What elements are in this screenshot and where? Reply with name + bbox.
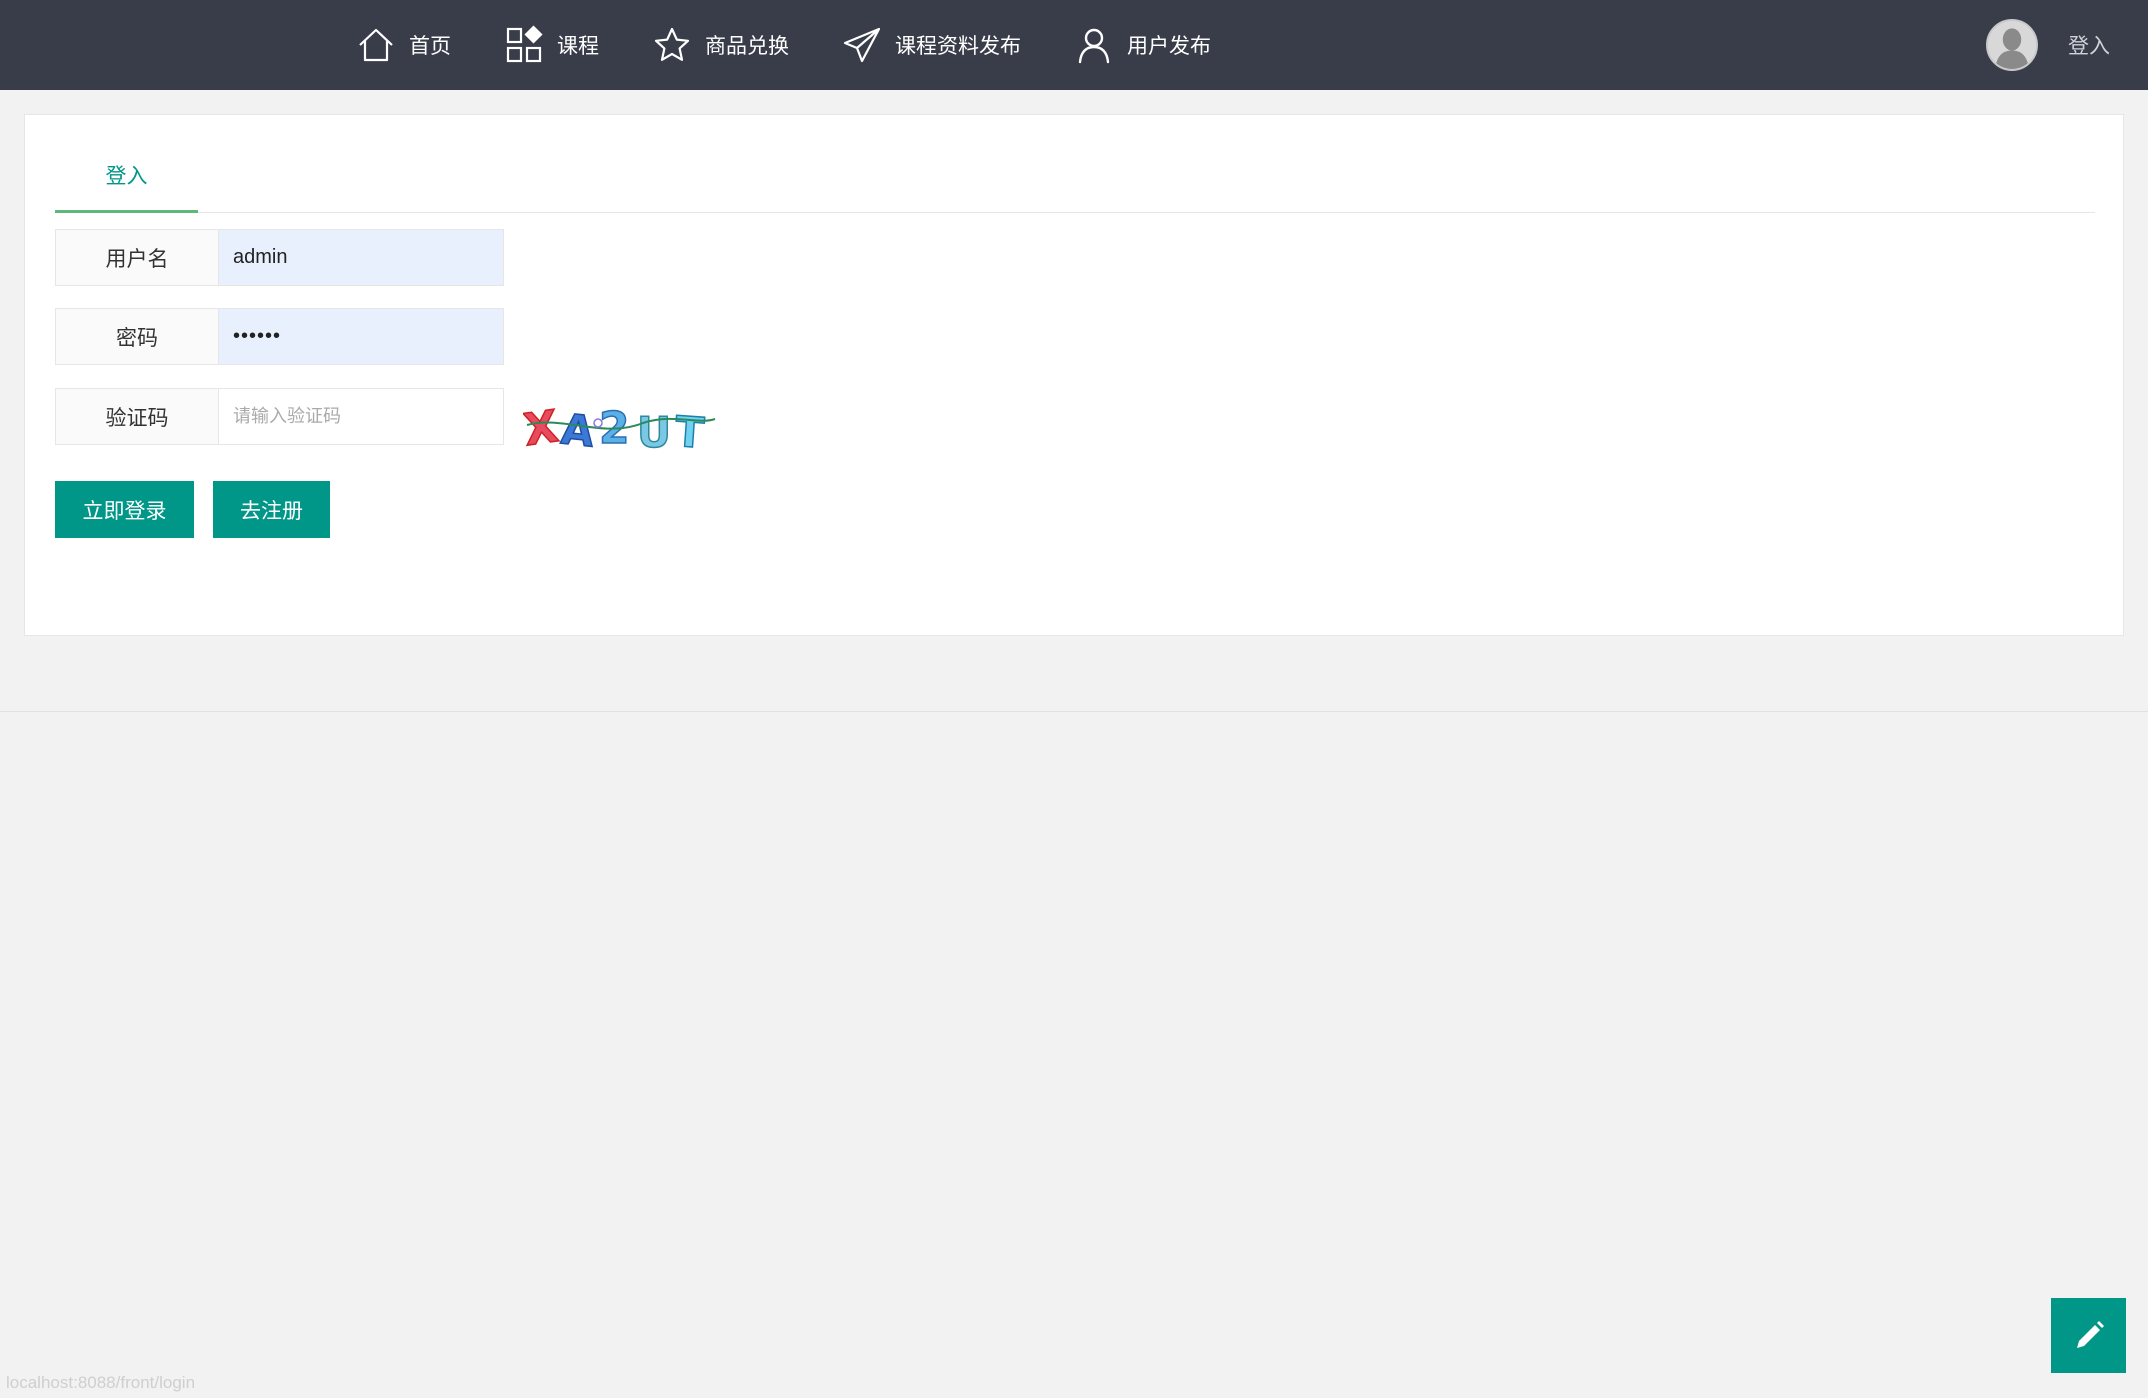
captcha-char: T — [674, 407, 706, 455]
captcha-char: A — [559, 404, 597, 455]
top-nav-bar: 首页 课程 商品兑换 课程资料发布 用户发布 登入 — [0, 0, 2148, 90]
register-button[interactable]: 去注册 — [213, 481, 330, 538]
nav-label-courses: 课程 — [557, 34, 599, 58]
captcha-field[interactable] — [219, 388, 504, 445]
pencil-icon — [2076, 1320, 2104, 1348]
password-row: 密码 — [55, 308, 504, 365]
login-button[interactable]: 立即登录 — [55, 481, 194, 538]
username-row: 用户名 — [55, 229, 504, 286]
avatar[interactable] — [1986, 19, 2038, 71]
content-divider — [0, 711, 2148, 712]
nav-label-exchange: 商品兑换 — [705, 34, 789, 58]
status-bar-url: localhost:8088/front/login — [6, 1373, 196, 1392]
edit-fab-button[interactable] — [2051, 1298, 2126, 1373]
captcha-label: 验证码 — [55, 388, 219, 445]
nav-item-exchange[interactable]: 商品兑换 — [651, 0, 789, 90]
captcha-image[interactable]: X A 2 U T — [520, 395, 718, 458]
nav-item-user-publish[interactable]: 用户发布 — [1073, 0, 1211, 90]
avatar-silhouette-icon — [1988, 21, 2036, 69]
tab-login[interactable]: 登入 — [55, 139, 198, 213]
nav-item-home[interactable]: 首页 — [355, 0, 451, 90]
captcha-char: U — [637, 408, 671, 455]
grid-icon — [503, 24, 545, 66]
nav-item-courses[interactable]: 课程 — [503, 0, 599, 90]
password-field[interactable] — [219, 308, 504, 365]
star-icon — [651, 24, 693, 66]
login-link[interactable]: 登入 — [2068, 30, 2110, 60]
captcha-char: X — [523, 401, 561, 455]
nav-label-course-materials: 课程资料发布 — [895, 34, 1021, 58]
main-nav: 首页 课程 商品兑换 课程资料发布 用户发布 — [355, 0, 1263, 90]
nav-item-course-materials[interactable]: 课程资料发布 — [841, 0, 1021, 90]
tab-bar: 登入 — [55, 139, 2095, 213]
password-label: 密码 — [55, 308, 219, 365]
username-label: 用户名 — [55, 229, 219, 286]
login-card: 登入 用户名 密码 验证码 X A 2 U T 立即登录 去注册 — [24, 114, 2124, 636]
user-area: 登入 — [1986, 0, 2110, 90]
nav-label-user-publish: 用户发布 — [1127, 34, 1211, 58]
username-field[interactable] — [219, 229, 504, 286]
captcha-row: 验证码 — [55, 388, 504, 445]
nav-label-home: 首页 — [409, 34, 451, 58]
user-icon — [1073, 24, 1115, 66]
paper-plane-icon — [841, 24, 883, 66]
home-icon — [355, 24, 397, 66]
